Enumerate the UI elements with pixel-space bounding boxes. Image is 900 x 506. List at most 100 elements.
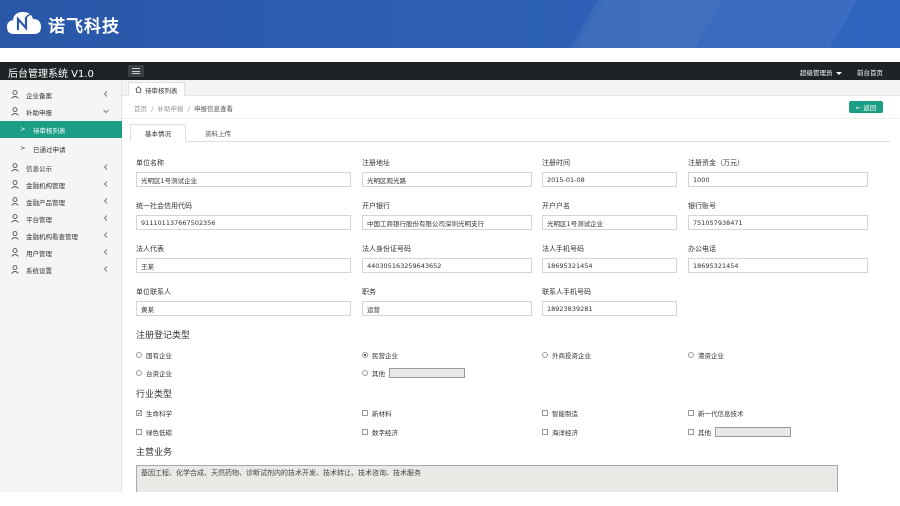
account-name-input[interactable]: 光明区1号测试企业 xyxy=(542,215,677,230)
sidebar-item-finance-product[interactable]: 金融产品管理 xyxy=(0,193,122,210)
sidebar-sub-pending-list[interactable]: > 待审核列表 xyxy=(0,121,122,138)
legal-id-input[interactable]: 440305163259643652 xyxy=(362,258,532,273)
sidebar: 企业备案 补助申报 > 待审核列表 > 已通过申请 信息公示 金融机构管理 金融… xyxy=(0,80,122,492)
bank-account-input[interactable]: 751057938471 xyxy=(688,215,868,230)
chevron-left-icon xyxy=(103,215,108,221)
brand-name: 诺飞科技 xyxy=(48,17,120,37)
industry-option[interactable]: 绿色低碳 xyxy=(136,427,172,437)
industry-option[interactable]: 新一代信息技术 xyxy=(688,408,744,418)
main-business-textarea[interactable]: 基因工程、化学合成、天然药物、诊断试剂内的技术开发、技术转让、技术咨询、技术服务 xyxy=(136,465,838,495)
industry-other-input[interactable] xyxy=(715,427,791,437)
sidebar-item-platform[interactable]: 平台管理 xyxy=(0,210,122,227)
reg-type-title: 注册登记类型 xyxy=(136,331,191,341)
legal-phone-input[interactable]: 18695321454 xyxy=(542,258,677,273)
contact-phone-input[interactable]: 18923839281 xyxy=(542,301,677,316)
radio-icon xyxy=(362,370,368,376)
reg-address-input[interactable]: 光明区观光路 xyxy=(362,172,532,187)
legal-id-label: 法人身份证号码 xyxy=(362,245,411,253)
tab-upload[interactable]: 资料上传 xyxy=(190,124,246,142)
system-title: 后台管理系统 V1.0 xyxy=(8,69,94,80)
chevron-left-icon xyxy=(103,266,108,272)
reg-type-option[interactable]: 港资企业 xyxy=(688,350,724,360)
chevron-left-icon xyxy=(103,249,108,255)
main-content: 待审核列表 首页 / 补助申报 / 申报信息查看 ← 返回 基本情况 资料上传 … xyxy=(122,80,900,495)
breadcrumb: 首页 / 补助申报 / 申报信息查看 xyxy=(134,105,233,113)
checkbox-checked-icon: ✓ xyxy=(136,410,143,417)
top-bar: 后台管理系统 V1.0 超级管理员 前台首页 xyxy=(0,62,900,80)
tab-pending-list[interactable]: 待审核列表 xyxy=(128,82,185,96)
reg-type-option[interactable]: 外商投资企业 xyxy=(542,350,591,360)
sidebar-item-settings[interactable]: 系统设置 xyxy=(0,261,122,278)
checkbox-icon xyxy=(362,429,368,435)
industry-option[interactable]: 数字经济 xyxy=(362,427,398,437)
credit-code-label: 统一社会信用代码 xyxy=(136,202,192,210)
sidebar-item-subsidy-declare[interactable]: 补助申报 xyxy=(0,103,122,120)
chevron-down-icon xyxy=(103,109,109,114)
reg-time-input[interactable]: 2015-01-08 xyxy=(542,172,677,187)
reg-time-label: 注册时间 xyxy=(542,159,570,167)
sidebar-sub-approved[interactable]: > 已通过申请 xyxy=(0,140,122,157)
checkbox-icon xyxy=(688,410,694,416)
radio-icon xyxy=(688,352,694,358)
contact-label: 单位联系人 xyxy=(136,288,171,296)
legal-rep-label: 法人代表 xyxy=(136,245,164,253)
credit-code-input[interactable]: 911101137667502356 xyxy=(136,215,351,230)
reg-capital-input[interactable]: 1000 xyxy=(688,172,868,187)
sidebar-item-finance-view[interactable]: 金融机构看查管理 xyxy=(0,227,122,244)
industry-option-other[interactable]: 其他 xyxy=(688,427,791,437)
position-input[interactable]: 运营 xyxy=(362,301,532,316)
bank-account-label: 银行账号 xyxy=(688,202,716,210)
caret-down-icon xyxy=(835,71,842,75)
position-label: 职务 xyxy=(362,288,376,296)
breadcrumb-level1[interactable]: 补助申报 xyxy=(157,105,183,113)
breadcrumb-current: 申报信息查看 xyxy=(193,105,233,113)
back-button[interactable]: ← 返回 xyxy=(849,101,883,113)
office-phone-input[interactable]: 18695321454 xyxy=(688,258,868,273)
tab-basic-info[interactable]: 基本情况 xyxy=(130,124,186,142)
contact-phone-label: 联系人手机号码 xyxy=(542,288,591,296)
user-icon xyxy=(11,90,19,99)
user-icon xyxy=(11,107,19,116)
chevron-left-icon xyxy=(103,91,108,97)
reg-type-option[interactable]: 民营企业 xyxy=(362,350,398,360)
industry-option[interactable]: 智能制造 xyxy=(542,408,578,418)
industry-option[interactable]: ✓ 生命科学 xyxy=(136,408,172,418)
account-name-label: 开户户名 xyxy=(542,202,570,210)
chevron-left-icon xyxy=(103,232,108,238)
reg-address-label: 注册地址 xyxy=(362,159,390,167)
legal-phone-label: 法人手机号码 xyxy=(542,245,584,253)
inner-tabs: 基本情况 资料上传 xyxy=(130,124,890,142)
menu-toggle-button[interactable] xyxy=(128,65,144,77)
sidebar-item-users[interactable]: 用户管理 xyxy=(0,244,122,261)
reg-type-other-input[interactable] xyxy=(389,368,465,378)
contact-input[interactable]: 黄某 xyxy=(136,301,351,316)
industry-option[interactable]: 新材料 xyxy=(362,408,392,418)
legal-rep-input[interactable]: 王某 xyxy=(136,258,351,273)
breadcrumb-home[interactable]: 首页 xyxy=(134,105,147,113)
user-icon xyxy=(11,231,19,240)
reg-type-option-other[interactable]: 其他 xyxy=(362,368,465,378)
unit-name-input[interactable]: 光明区1号测试企业 xyxy=(136,172,351,187)
sidebar-item-enterprise-filing[interactable]: 企业备案 xyxy=(0,86,122,103)
checkbox-icon xyxy=(542,429,548,435)
industry-title: 行业类型 xyxy=(136,390,173,400)
sidebar-item-info-public[interactable]: 信息公示 xyxy=(0,159,122,176)
reg-type-option[interactable]: 国有企业 xyxy=(136,350,172,360)
user-icon xyxy=(11,265,19,274)
radio-icon xyxy=(136,352,142,358)
sidebar-item-finance-org[interactable]: 金融机构管理 xyxy=(0,176,122,193)
user-icon xyxy=(11,248,19,257)
bank-label: 开户银行 xyxy=(362,202,390,210)
frontend-home-link[interactable]: 前台首页 xyxy=(857,67,883,77)
reg-type-option[interactable]: 台资企业 xyxy=(136,368,172,378)
bank-input[interactable]: 中国工商银行股份有限公司深圳光明支行 xyxy=(362,215,532,230)
cloud-logo-icon xyxy=(7,12,41,34)
unit-name-label: 单位名称 xyxy=(136,159,164,167)
tab-bar: 待审核列表 xyxy=(122,80,900,96)
admin-label: 超级管理员 xyxy=(800,69,833,77)
reg-capital-label: 注册资金（万元） xyxy=(688,159,744,167)
office-phone-label: 办公电话 xyxy=(688,245,716,253)
admin-menu[interactable]: 超级管理员 xyxy=(800,67,842,77)
industry-option[interactable]: 海洋经济 xyxy=(542,427,578,437)
user-icon xyxy=(11,214,19,223)
